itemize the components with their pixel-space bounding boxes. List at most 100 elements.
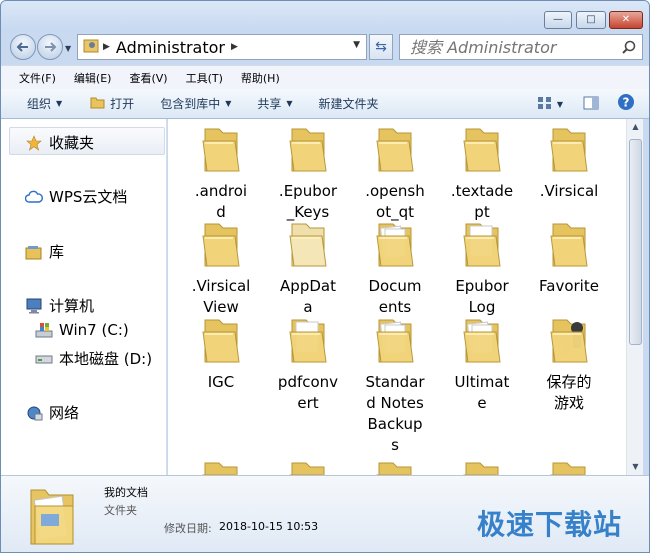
folder-item[interactable]: 保存的 游戏: [528, 316, 610, 414]
include-in-library-label: 包含到库中: [160, 97, 221, 111]
folder-label-line: Ultimat: [454, 373, 510, 391]
folder-label: AppDat a: [267, 276, 349, 318]
back-arrow-icon: [16, 42, 28, 52]
address-bar[interactable]: ▶ Administrator ▶ ▼: [77, 34, 367, 60]
folder-icon: [463, 319, 501, 363]
view-dropdown-icon[interactable]: ▼: [557, 100, 563, 109]
folder-label: Ultimat e: [441, 372, 523, 414]
folder-icon: [202, 462, 238, 475]
breadcrumb-administrator[interactable]: Administrator: [116, 38, 225, 57]
nav-drive-c[interactable]: Win7 (C:): [35, 321, 129, 339]
help-icon[interactable]: ?: [617, 93, 635, 115]
maximize-button[interactable]: □: [576, 11, 606, 29]
folder-icon: [376, 319, 414, 363]
search-input[interactable]: [410, 36, 620, 58]
search-box[interactable]: [399, 34, 643, 60]
nav-drive-d[interactable]: 本地磁盘 (D:): [35, 348, 152, 369]
folder-label: .textade pt: [441, 181, 523, 223]
folder-label-line: Log: [468, 298, 496, 316]
close-button[interactable]: ✕: [609, 11, 643, 29]
refresh-button[interactable]: ⇆: [369, 34, 393, 60]
search-icon[interactable]: [622, 39, 636, 58]
scroll-down-icon[interactable]: ▼: [627, 459, 644, 475]
scroll-up-icon[interactable]: ▲: [627, 119, 644, 135]
view-options-icon[interactable]: [537, 95, 553, 114]
folder-label-line: Standar: [365, 373, 425, 391]
folder-item[interactable]: .Virsical View: [180, 220, 262, 318]
svg-text:?: ?: [623, 96, 630, 110]
folder-icon: [463, 462, 499, 475]
share-button[interactable]: 共享 ▼: [257, 95, 292, 112]
windows-drive-icon: [35, 322, 53, 338]
nav-library[interactable]: 库: [25, 241, 64, 262]
folder-label: Docum ents: [354, 276, 436, 318]
folder-item[interactable]: [528, 459, 610, 475]
folder-label: .androi d: [180, 181, 262, 223]
folder-item[interactable]: [180, 459, 262, 475]
folder-item[interactable]: Epubor Log: [441, 220, 523, 318]
nav-computer[interactable]: 计算机: [25, 295, 94, 316]
documents-folder-icon: [29, 480, 75, 550]
folder-item[interactable]: .androi d: [180, 125, 262, 223]
folder-label: Favorite: [528, 276, 610, 297]
folder-item[interactable]: AppDat a: [267, 220, 349, 318]
folder-item[interactable]: IGC: [180, 316, 262, 393]
vertical-scrollbar[interactable]: ▲ ▼: [626, 119, 643, 475]
folder-label-line: Docum: [368, 277, 422, 295]
menu-help[interactable]: 帮助(H): [241, 70, 280, 86]
folder-item[interactable]: .opensh ot_qt: [354, 125, 436, 223]
organize-button[interactable]: 组织 ▼: [27, 95, 62, 112]
library-icon: [25, 244, 43, 260]
preview-pane-icon[interactable]: [583, 95, 599, 114]
folder-item[interactable]: [441, 459, 523, 475]
include-in-library-button[interactable]: 包含到库中 ▼: [160, 95, 231, 112]
menu-tools[interactable]: 工具(T): [186, 70, 223, 86]
folder-item[interactable]: Ultimat e: [441, 316, 523, 414]
nav-favorites-label: 收藏夹: [49, 134, 95, 152]
open-button[interactable]: 打开: [90, 95, 134, 112]
folder-item[interactable]: Favorite: [528, 220, 610, 297]
menu-bar: 文件(F) 编辑(E) 查看(V) 工具(T) 帮助(H): [1, 65, 649, 89]
folder-label-line: AppDat: [280, 277, 336, 295]
folder-label-line: IGC: [207, 373, 235, 391]
folder-item[interactable]: [267, 459, 349, 475]
menu-file[interactable]: 文件(F): [19, 70, 56, 86]
breadcrumb-arrow-icon[interactable]: ▶: [231, 42, 238, 52]
folder-label: 保存的 游戏: [528, 372, 610, 414]
nav-library-label: 库: [49, 243, 65, 261]
organize-label: 组织: [27, 97, 52, 111]
new-folder-button[interactable]: 新建文件夹: [319, 95, 379, 112]
scroll-thumb[interactable]: [629, 139, 642, 345]
chevron-down-icon: ▼: [56, 99, 63, 108]
folder-label-line: d Notes: [366, 394, 424, 412]
forward-button[interactable]: [37, 34, 63, 60]
modified-date-label: 修改日期:: [164, 522, 212, 535]
nav-computer-label: 计算机: [49, 297, 95, 315]
recent-pages-dropdown-icon[interactable]: ▼: [65, 44, 71, 53]
folder-icon: [202, 128, 240, 172]
open-label: 打开: [110, 97, 135, 111]
folder-label-line: s: [391, 436, 399, 454]
folder-label: IGC: [180, 372, 262, 393]
nav-wps-cloud[interactable]: WPS云文档: [25, 186, 127, 207]
folder-label: Epubor Log: [441, 276, 523, 318]
disk-drive-icon: [35, 351, 53, 367]
nav-network[interactable]: 网络: [25, 402, 79, 423]
folder-icon: [550, 223, 588, 267]
back-button[interactable]: [10, 34, 36, 60]
nav-favorites[interactable]: 收藏夹: [25, 132, 94, 153]
folder-item[interactable]: .Virsical: [528, 125, 610, 202]
address-dropdown-icon[interactable]: ▼: [353, 40, 360, 50]
folder-item[interactable]: pdfconv ert: [267, 316, 349, 414]
folder-label-line: View: [203, 298, 239, 316]
folder-item[interactable]: .Epubor _Keys: [267, 125, 349, 223]
title-bar: — □ ✕: [1, 1, 649, 31]
breadcrumb-arrow-icon[interactable]: ▶: [103, 42, 110, 52]
menu-view[interactable]: 查看(V): [129, 70, 167, 86]
folder-item[interactable]: .textade pt: [441, 125, 523, 223]
folder-item[interactable]: [354, 459, 436, 475]
folder-item[interactable]: Standar d Notes Backup s: [354, 316, 436, 456]
menu-edit[interactable]: 编辑(E): [74, 70, 112, 86]
folder-item[interactable]: Docum ents: [354, 220, 436, 318]
minimize-button[interactable]: —: [544, 11, 572, 29]
